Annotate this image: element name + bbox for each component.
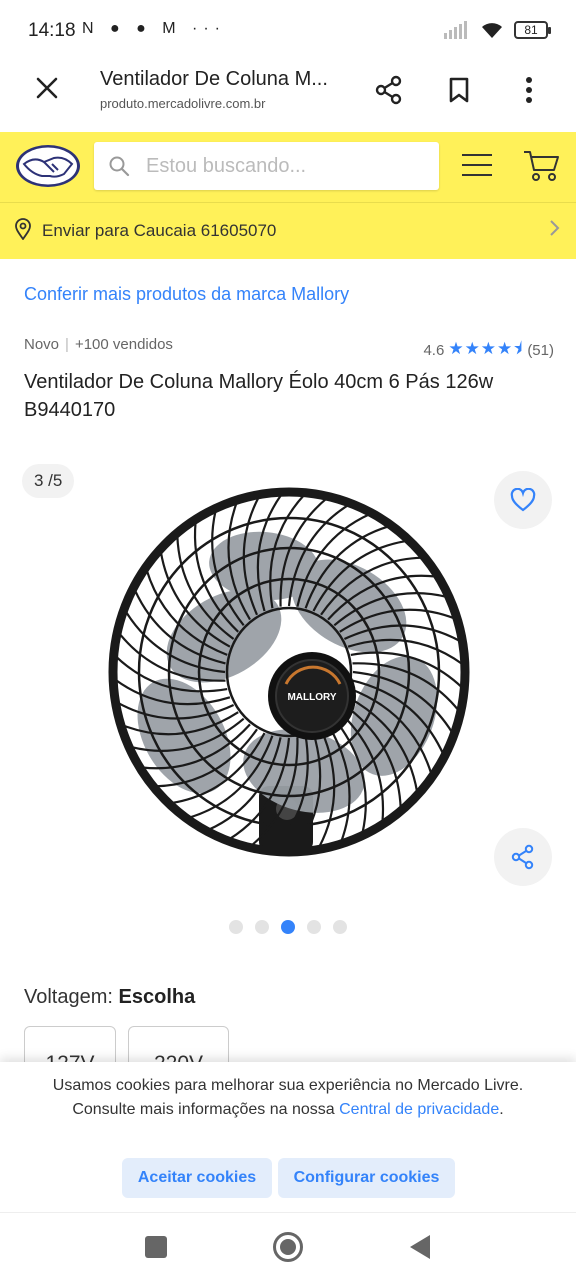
voltage-title: Voltagem: [24,986,113,1008]
privacy-center-link[interactable]: Central de privacidade [339,1101,499,1118]
notification-icons: N ● ● M ··· [82,20,226,37]
product-condition: Novo | +100 vendidos [24,336,173,353]
rating-value: 4.6 [423,342,445,359]
bookmark-button[interactable] [441,72,477,108]
favorite-button[interactable] [494,471,552,529]
product-rating[interactable]: 4.6 ★★★★⯨ (51) [423,336,554,365]
home-button[interactable] [272,1231,304,1263]
status-time: 14:18 [28,20,76,41]
circle-home-icon [273,1232,303,1262]
share-page-button[interactable] [371,72,407,108]
sold-count: +100 vendidos [74,336,173,353]
accept-cookies-button[interactable]: Aceitar cookies [122,1158,272,1198]
browser-toolbar: Ventilador De Coluna M... produto.mercad… [0,62,576,132]
search-icon [94,155,144,177]
recents-button[interactable] [140,1231,172,1263]
brand-products-link[interactable]: Conferir mais produtos da marca Mallory [24,284,349,305]
product-image[interactable]: MALLORY [104,486,474,866]
gallery-pagination [0,920,576,934]
gallery-counter: 3 /5 [22,464,75,498]
signal-icon [444,21,467,39]
location-pin-icon [14,217,34,245]
gallery-dot-1[interactable] [229,920,243,934]
voltage-selection: Escolha [118,986,196,1008]
mallory-logo-text: MALLORY [287,692,336,703]
share-icon [511,844,534,870]
shipping-location-bar[interactable]: Enviar para Caucaia 61605070 [0,202,576,259]
cookie-message: Usamos cookies para melhorar sua experiê… [40,1074,536,1122]
cart-button[interactable] [522,148,560,182]
handshake-logo-icon [16,145,80,187]
search-bar[interactable] [94,142,439,190]
cookie-text-end: . [499,1101,504,1118]
site-header [0,132,576,202]
search-input[interactable] [144,153,414,179]
gallery-dot-5[interactable] [333,920,347,934]
wifi-icon [482,23,502,38]
condition-label: Novo [24,336,60,353]
more-vertical-icon [526,77,532,103]
system-navigation-bar [0,1212,576,1280]
cart-icon [524,151,559,181]
share-icon [375,75,402,105]
cookie-banner: Usamos cookies para melhorar sua experiê… [0,1062,576,1212]
rating-count: (51) [527,342,554,359]
battery-icon: 81 [514,21,551,39]
rating-stars-icon: ★★★★⯨ [448,339,524,358]
heart-icon [510,488,536,512]
gallery-dot-3[interactable] [281,920,295,934]
product-title: Ventilador De Coluna Mallory Éolo 40cm 6… [24,371,494,421]
status-bar: 14:18 N ● ● M ··· 81 [0,0,576,62]
back-triangle-icon [410,1235,430,1259]
square-icon [145,1236,167,1258]
chevron-right-icon [548,219,560,243]
browser-page-title: Ventilador De Coluna M... [100,68,328,90]
fan-illustration: MALLORY [108,487,470,857]
separator: | [65,336,69,353]
back-button[interactable] [404,1231,436,1263]
share-product-button[interactable] [494,828,552,886]
voltage-label: Voltagem: Escolha [24,986,195,1009]
status-right: 81 [444,20,551,40]
close-icon [36,77,58,99]
close-button[interactable] [30,74,64,108]
configure-cookies-button[interactable]: Configurar cookies [278,1158,455,1198]
gallery-dot-2[interactable] [255,920,269,934]
shipping-location-text: Enviar para Caucaia 61605070 [42,221,277,240]
hamburger-menu-icon [462,154,492,176]
browser-url: produto.mercadolivre.com.br [100,96,266,111]
mercado-livre-logo[interactable] [14,142,82,190]
menu-button[interactable] [460,150,494,180]
bookmark-icon [449,77,469,103]
battery-level: 81 [524,23,538,37]
more-options-button[interactable] [511,72,547,108]
gallery-dot-4[interactable] [307,920,321,934]
